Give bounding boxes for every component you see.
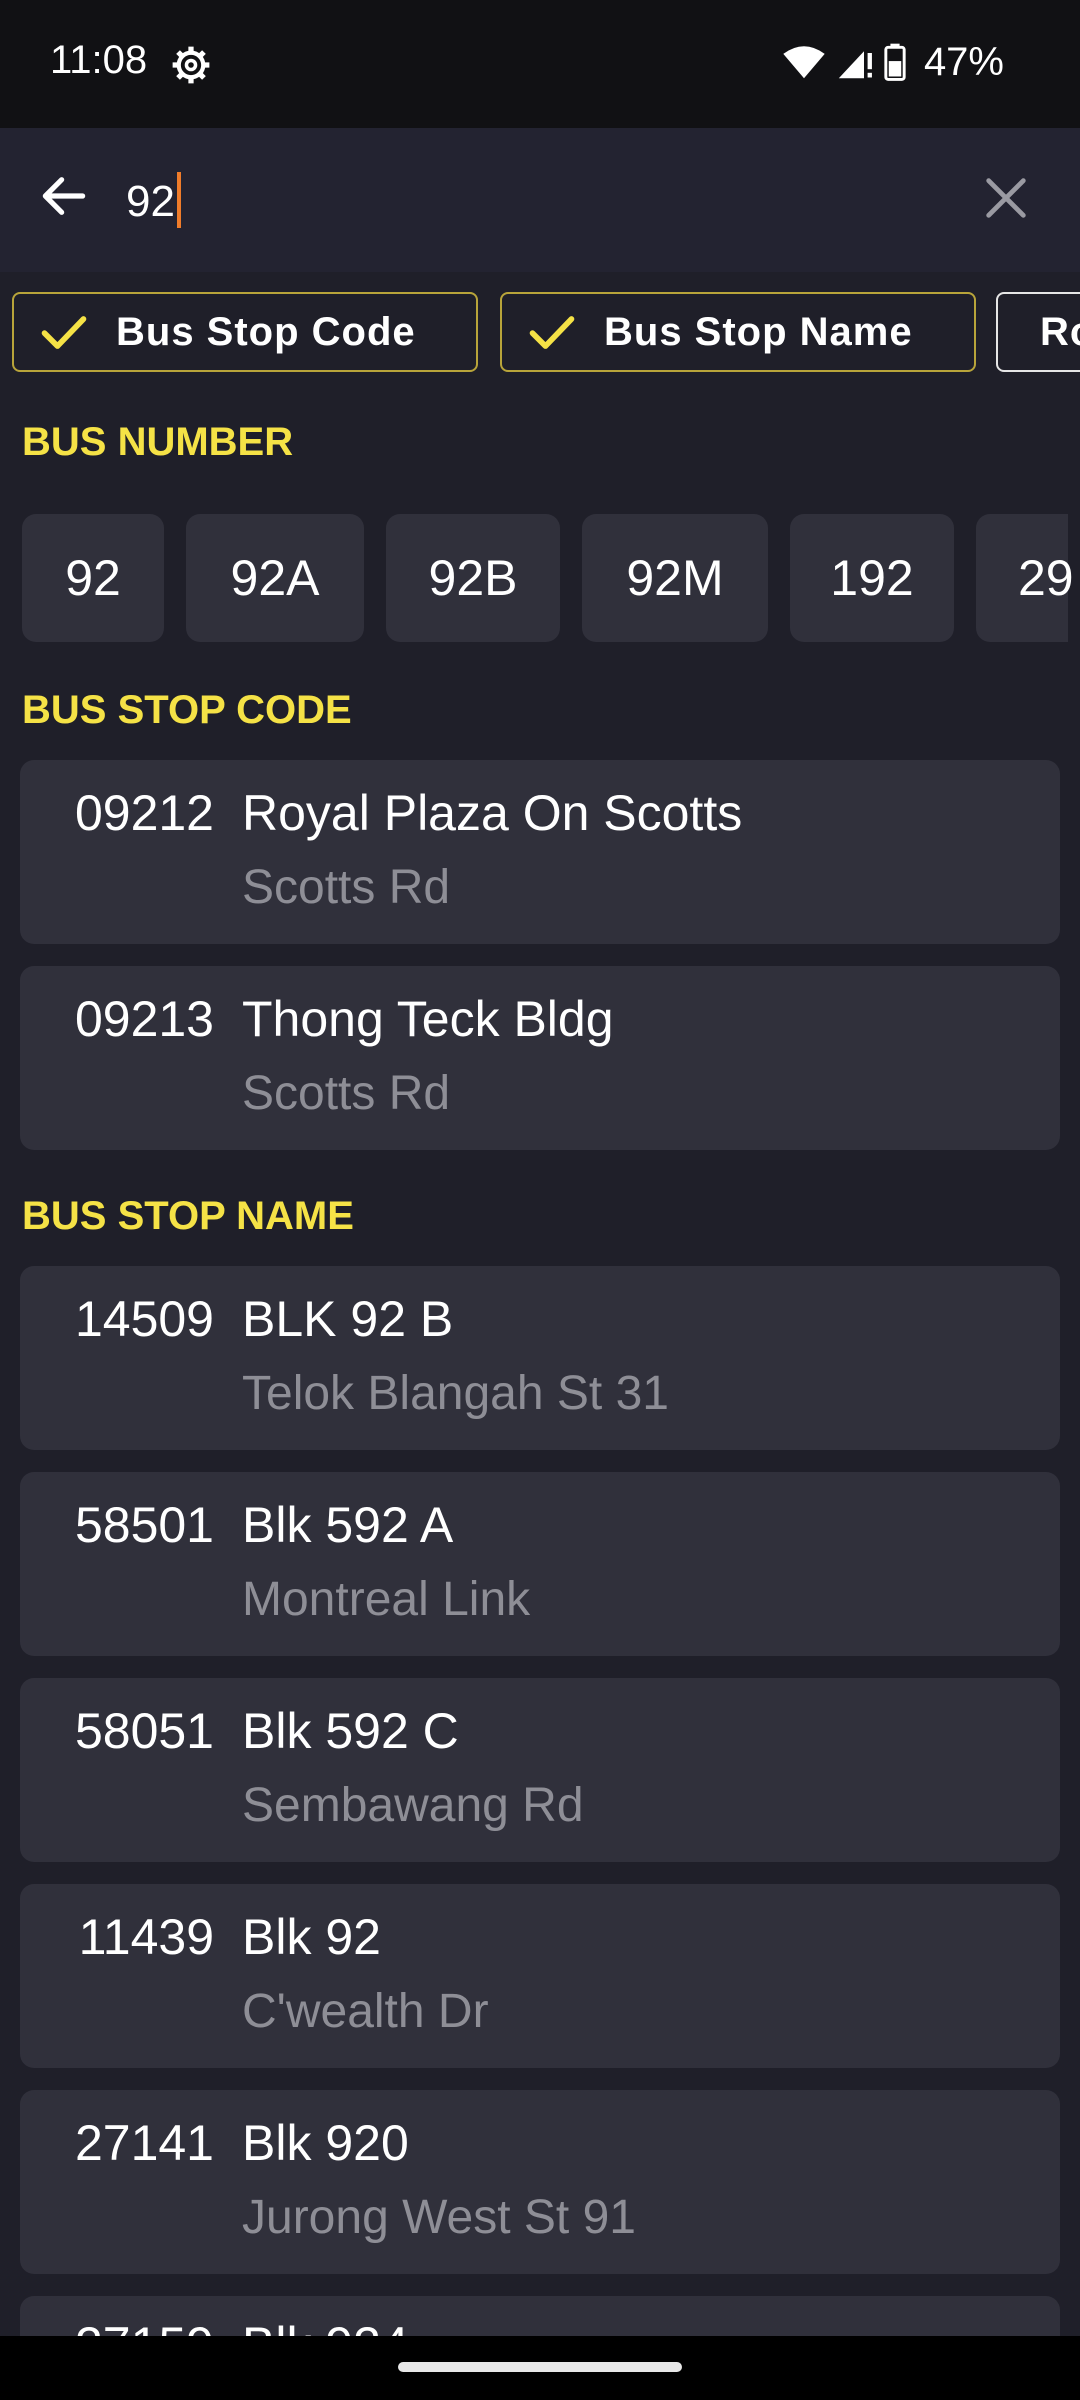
- bus-stop-name: Blk 92: [242, 1909, 381, 1965]
- bus-stop-name: Blk 924: [242, 2316, 409, 2336]
- check-icon: [41, 316, 87, 349]
- bus-stop-code: 09213: [74, 991, 214, 1047]
- bus-stop-name: BLK 92 B: [242, 1291, 454, 1347]
- filter-chip-bus-stop-code[interactable]: Bus Stop Code: [12, 292, 478, 372]
- bus-number-list: 92 92A 92B 92M 192 29: [0, 512, 1080, 644]
- battery-percent: 47%: [923, 39, 1004, 84]
- bus-number-chip[interactable]: 92B: [386, 514, 560, 642]
- section-title-bus-number: BUS NUMBER: [22, 420, 294, 464]
- filter-chip-label: Ro: [1040, 309, 1080, 354]
- search-input[interactable]: 92: [126, 172, 181, 228]
- navigation-bar: [0, 2336, 1080, 2400]
- bus-stop-road: Telok Blangah St 31: [242, 1367, 669, 1420]
- bus-number-chip[interactable]: 92: [22, 514, 164, 642]
- bus-stop-road: Sembawang Rd: [242, 1779, 584, 1832]
- bus-stop-code: 09212: [74, 785, 214, 841]
- bus-stop-card[interactable]: 14509 BLK 92 B Telok Blangah St 31: [20, 1266, 1060, 1450]
- section-title-bus-stop-name: BUS STOP NAME: [22, 1194, 354, 1238]
- bus-stop-card[interactable]: 58051 Blk 592 C Sembawang Rd: [20, 1678, 1060, 1862]
- bus-stop-card[interactable]: 11439 Blk 92 C'wealth Dr: [20, 1884, 1060, 2068]
- bus-stop-name: Royal Plaza On Scotts: [242, 785, 743, 841]
- bus-stop-code: 14509: [74, 1291, 214, 1347]
- bus-number-chip[interactable]: 29: [976, 514, 1074, 642]
- filter-chip-bus-stop-name[interactable]: Bus Stop Name: [500, 292, 976, 372]
- filter-chip-label: Bus Stop Code: [116, 309, 416, 354]
- bus-stop-name: Blk 920: [242, 2115, 409, 2171]
- bus-stop-code: 58501: [74, 1497, 214, 1553]
- bus-stop-card[interactable]: 09213 Thong Teck Bldg Scotts Rd: [20, 966, 1060, 1150]
- search-bar: 92: [0, 128, 1080, 272]
- filter-chip-label: Bus Stop Name: [604, 309, 913, 354]
- bus-stop-name: Blk 592 A: [242, 1497, 454, 1553]
- bus-stop-card[interactable]: 58501 Blk 592 A Montreal Link: [20, 1472, 1060, 1656]
- bus-stop-road: Jurong West St 91: [242, 2191, 636, 2244]
- bus-number-chip[interactable]: 192: [790, 514, 954, 642]
- bus-stop-road: C'wealth Dr: [242, 1985, 489, 2038]
- text-caret: [176, 172, 181, 228]
- bus-stop-road: Scotts Rd: [242, 861, 451, 914]
- bus-stop-card[interactable]: 27141 Blk 920 Jurong West St 91: [20, 2090, 1060, 2274]
- signal-icon: [838, 51, 872, 79]
- bus-stop-card[interactable]: 09212 Royal Plaza On Scotts Scotts Rd: [20, 760, 1060, 944]
- status-icons: 47%: [782, 36, 1004, 88]
- arrow-left-icon[interactable]: [36, 168, 92, 224]
- bus-stop-code: 27159: [20, 2316, 214, 2336]
- bus-stop-road: Scotts Rd: [242, 1067, 451, 1120]
- status-bar: 11:08 47%: [0, 0, 1080, 128]
- wifi-icon: [783, 46, 825, 79]
- search-query: 92: [126, 177, 175, 226]
- bus-number-chip[interactable]: 92M: [582, 514, 768, 642]
- bus-number-chip[interactable]: 92A: [186, 514, 364, 642]
- bus-stop-card[interactable]: 27159 Blk 924: [20, 2296, 1060, 2336]
- status-time: 11:08: [50, 38, 148, 82]
- bus-stop-name: Blk 592 C: [242, 1703, 459, 1759]
- filter-chip-road[interactable]: Ro: [996, 292, 1080, 372]
- bus-stop-code: 11439: [78, 1909, 214, 1965]
- check-icon: [529, 316, 575, 349]
- bus-stop-code: 27141: [74, 2115, 214, 2171]
- bus-stop-code: 58051: [74, 1703, 214, 1759]
- gear-icon: [172, 46, 210, 84]
- close-icon[interactable]: [980, 172, 1032, 224]
- battery-icon: [884, 43, 906, 81]
- home-gesture-handle[interactable]: [398, 2362, 682, 2372]
- bus-stop-name: Thong Teck Bldg: [242, 991, 614, 1047]
- bus-number-chip-label: 29: [1018, 550, 1074, 606]
- filter-chips: Bus Stop Code Bus Stop Name Ro: [0, 272, 1080, 402]
- bus-stop-road: Montreal Link: [242, 1573, 531, 1626]
- section-title-bus-stop-code: BUS STOP CODE: [22, 688, 352, 732]
